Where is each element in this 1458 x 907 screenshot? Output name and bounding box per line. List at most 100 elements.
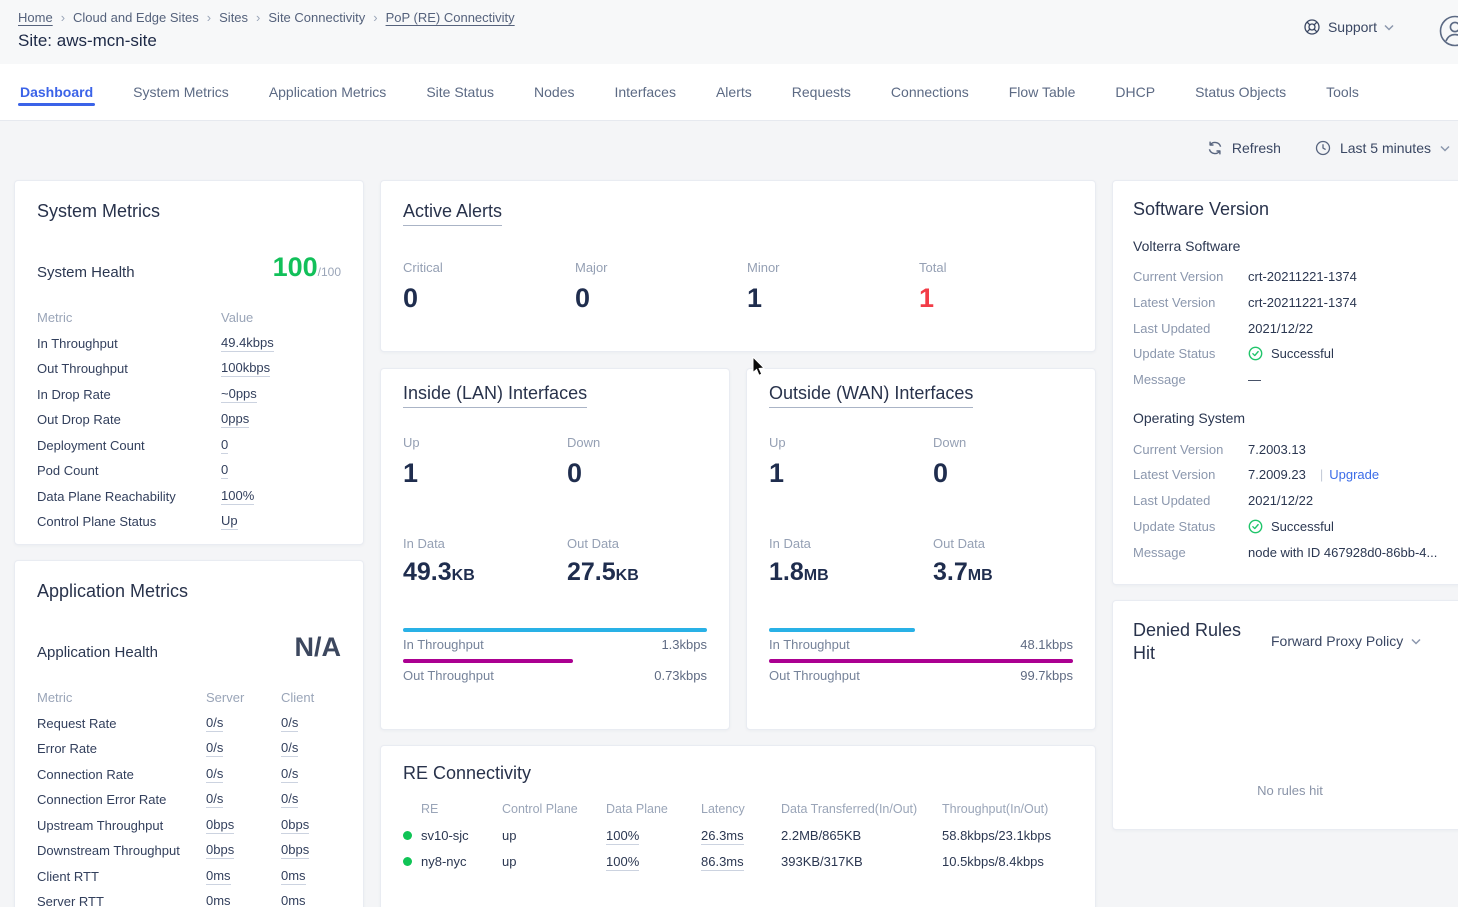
breadcrumb-item[interactable]: Sites	[219, 10, 248, 25]
tab-dashboard[interactable]: Dashboard	[18, 64, 95, 120]
tab-system-metrics[interactable]: System Metrics	[131, 64, 231, 120]
wan-up-value: 1	[769, 460, 933, 487]
metric-server-value[interactable]: 0/s	[206, 740, 223, 757]
tab-alerts[interactable]: Alerts	[714, 64, 754, 120]
refresh-button[interactable]: Refresh	[1207, 140, 1281, 156]
tab-interfaces[interactable]: Interfaces	[612, 64, 677, 120]
clock-icon	[1315, 140, 1331, 156]
metric-server-value[interactable]: 0ms	[206, 893, 231, 907]
metric-server-value[interactable]: 0/s	[206, 791, 223, 808]
metric-label: Error Rate	[37, 741, 206, 756]
metric-label: Pod Count	[37, 463, 221, 478]
metric-row: Client RTT 0ms 0ms	[37, 864, 341, 890]
tab-tools[interactable]: Tools	[1324, 64, 1361, 120]
lan-interfaces-title[interactable]: Inside (LAN) Interfaces	[403, 383, 587, 408]
metric-client-value[interactable]: 0bps	[281, 817, 309, 834]
breadcrumb-item[interactable]: Site Connectivity	[268, 10, 365, 25]
re-control-plane: up	[502, 828, 606, 843]
chevron-down-icon	[1411, 638, 1421, 645]
column-metric: Metric	[37, 690, 206, 705]
active-alerts-title[interactable]: Active Alerts	[403, 201, 502, 226]
metric-label: Deployment Count	[37, 438, 221, 453]
tab-dhcp[interactable]: DHCP	[1113, 64, 1157, 120]
wan-interfaces-title[interactable]: Outside (WAN) Interfaces	[769, 383, 973, 408]
system-health-label: System Health	[37, 264, 135, 281]
software-version-row: Update Status Successful	[1133, 341, 1447, 367]
support-menu[interactable]: Support	[1303, 18, 1394, 36]
metric-client-value[interactable]: 0bps	[281, 842, 309, 859]
metric-row: Connection Rate 0/s 0/s	[37, 762, 341, 788]
upgrade-link[interactable]: Upgrade	[1329, 467, 1379, 482]
tab-requests[interactable]: Requests	[790, 64, 853, 120]
lan-in-throughput-bar-fill	[403, 628, 707, 632]
metric-client-value[interactable]: 0/s	[281, 766, 298, 783]
software-row-label: Message	[1133, 372, 1248, 387]
metric-value[interactable]: 100kbps	[221, 360, 270, 377]
wan-in-throughput-label: In Throughput	[769, 637, 850, 652]
time-range-selector[interactable]: Last 5 minutes	[1315, 140, 1450, 156]
metric-client-value[interactable]: 0ms	[281, 893, 306, 907]
lan-down-label: Down	[567, 435, 707, 450]
software-row-value: 2021/12/22	[1248, 493, 1313, 508]
breadcrumb-item[interactable]: PoP (RE) Connectivity	[386, 10, 515, 25]
metric-server-value[interactable]: 0bps	[206, 817, 234, 834]
metric-server-value[interactable]: 0/s	[206, 766, 223, 783]
tab-nodes[interactable]: Nodes	[532, 64, 576, 120]
software-version-row: Last Updated 2021/12/22	[1133, 488, 1447, 514]
software-row-label: Latest Version	[1133, 467, 1248, 482]
denied-rules-card: Denied Rules Hit Forward Proxy Policy No…	[1112, 600, 1458, 830]
lan-in-throughput-bar	[403, 628, 707, 632]
tab-flow-table[interactable]: Flow Table	[1007, 64, 1078, 120]
system-health-suffix: /100	[318, 265, 341, 279]
software-version-row: Latest Version crt-20211221-1374	[1133, 290, 1447, 316]
tab-status-objects[interactable]: Status Objects	[1193, 64, 1288, 120]
tab-application-metrics[interactable]: Application Metrics	[267, 64, 389, 120]
metric-server-value[interactable]: 0ms	[206, 868, 231, 885]
column-throughput: Throughput(In/Out)	[942, 802, 1073, 816]
software-section: Operating System Current Version 7.2003.…	[1133, 410, 1447, 564]
metric-value[interactable]: 0	[221, 462, 228, 479]
re-latency[interactable]: 86.3ms	[701, 854, 744, 871]
column-metric: Metric	[37, 310, 221, 325]
user-avatar[interactable]	[1438, 14, 1458, 48]
metric-client-value[interactable]: 0/s	[281, 791, 298, 808]
metric-label: Request Rate	[37, 716, 206, 731]
wan-out-data-value: 3.7MB	[933, 560, 1073, 585]
re-data-plane[interactable]: 100%	[606, 828, 639, 845]
tab-site-status[interactable]: Site Status	[424, 64, 496, 120]
metric-client-value[interactable]: 0/s	[281, 740, 298, 757]
metric-value[interactable]: Up	[221, 513, 238, 530]
breadcrumb-item[interactable]: Home	[18, 10, 53, 25]
metric-label: Connection Error Rate	[37, 792, 206, 807]
metric-server-value[interactable]: 0/s	[206, 715, 223, 732]
software-row-label: Latest Version	[1133, 295, 1248, 310]
metric-value[interactable]: 0pps	[221, 411, 249, 428]
metric-value[interactable]: 49.4kbps	[221, 335, 274, 352]
software-row-value: crt-20211221-1374	[1248, 269, 1357, 284]
metric-client-value[interactable]: 0/s	[281, 715, 298, 732]
software-version-row: Current Version 7.2003.13	[1133, 436, 1447, 462]
chevron-down-icon	[1384, 24, 1394, 31]
re-latency[interactable]: 26.3ms	[701, 828, 744, 845]
lan-out-data-value: 27.5KB	[567, 560, 707, 585]
support-label: Support	[1328, 19, 1377, 35]
lan-up-label: Up	[403, 435, 567, 450]
wan-out-throughput-value: 99.7kbps	[1020, 668, 1073, 683]
software-section-rows: Current Version crt-20211221-1374 Latest…	[1133, 264, 1447, 392]
policy-type-selector[interactable]: Forward Proxy Policy	[1271, 633, 1421, 649]
tab-connections[interactable]: Connections	[889, 64, 971, 120]
metric-client-value[interactable]: 0ms	[281, 868, 306, 885]
metric-value[interactable]: 0	[221, 437, 228, 454]
re-data-plane[interactable]: 100%	[606, 854, 639, 871]
metric-value[interactable]: ~0pps	[221, 386, 257, 403]
software-row-label: Current Version	[1133, 442, 1248, 457]
re-name: sv10-sjc	[421, 828, 469, 843]
metric-server-value[interactable]: 0bps	[206, 842, 234, 859]
software-version-row: Latest Version 7.2009.23 |Upgrade	[1133, 462, 1447, 488]
status-dot-icon	[403, 857, 412, 866]
refresh-label: Refresh	[1232, 140, 1281, 156]
breadcrumb-item[interactable]: Cloud and Edge Sites	[73, 10, 199, 25]
lan-out-data-label: Out Data	[567, 536, 707, 551]
metric-value[interactable]: 100%	[221, 488, 254, 505]
wan-out-data-label: Out Data	[933, 536, 1073, 551]
